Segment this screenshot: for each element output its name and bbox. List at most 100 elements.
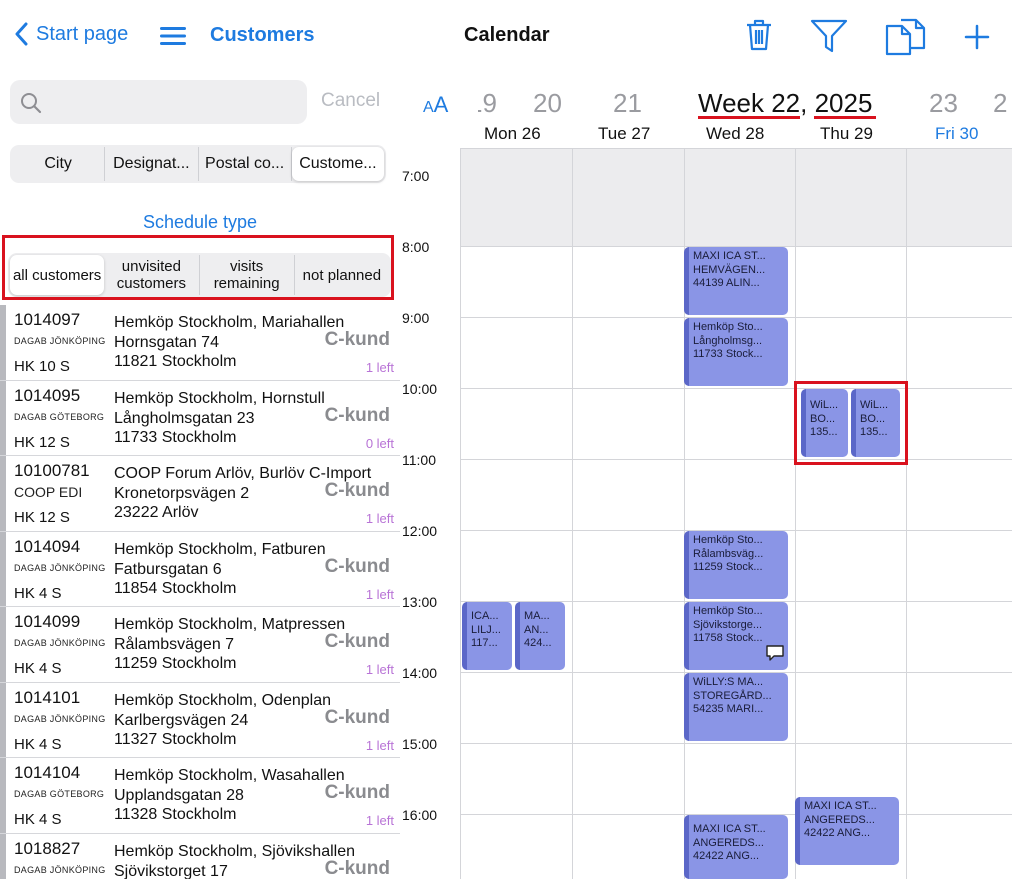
customer-id: 1014097 (14, 310, 81, 329)
copy-icon[interactable] (884, 18, 928, 56)
visits-left: 1 left (365, 586, 394, 602)
back-label: Start page (36, 22, 129, 45)
hour-label: 10:00 (402, 381, 438, 397)
hour-label: 14:00 (402, 665, 438, 681)
off-hours-area (460, 148, 1012, 246)
customer-class: C-kund (324, 706, 390, 728)
customer-hk: HK 4 S (14, 660, 62, 677)
week-24[interactable]: 2 (993, 88, 1007, 119)
customer-street: Karlbergsvägen 24 (114, 711, 249, 729)
cancel-button[interactable]: Cancel (321, 90, 380, 112)
week-23[interactable]: 23 (929, 88, 958, 119)
grid-line (460, 459, 1012, 460)
customer-hk: HK 4 S (14, 811, 62, 828)
customer-panel: Cancel City Designat... Postal co... Cus… (0, 72, 400, 879)
customer-street: Sjövikstorget 17 (114, 862, 228, 879)
customer-class: C-kund (324, 329, 390, 350)
calendar-title: Calendar (464, 24, 550, 46)
search-input[interactable] (10, 80, 307, 124)
visits-left: 1 left (365, 511, 394, 526)
customer-hk: HK 12 S (14, 433, 70, 451)
calendar-event[interactable]: MAXI ICA ST... HEMVÄGEN... 44139 ALIN... (684, 247, 788, 315)
sort-tab-postal-code[interactable]: Postal co... (199, 147, 292, 181)
grid-line (795, 148, 796, 879)
comment-icon (766, 645, 784, 661)
customer-city: 11328 Stockholm (114, 806, 237, 823)
hour-label: 9:00 (402, 310, 430, 326)
schedule-type-label: Schedule type (142, 212, 258, 232)
grid-line (906, 148, 907, 879)
customer-city: 11733 Stockholm (114, 428, 237, 446)
customer-list: 1014097 Hemköp Stockholm, Mariahallen DA… (0, 305, 400, 879)
list-item[interactable]: 1014101 Hemköp Stockholm, Odenplan DAGAB… (0, 682, 400, 758)
hour-label: 13:00 (402, 594, 438, 610)
customer-class: C-kund (324, 480, 390, 501)
customer-name: Hemköp Stockholm, Mariahallen (114, 314, 345, 331)
calendar-event[interactable]: Hemköp Sto... Sjövikstorge... 11758 Stock.… (684, 602, 788, 670)
add-icon[interactable] (964, 24, 990, 50)
list-item[interactable]: 1014094 Hemköp Stockholm, Fatburen DAGAB… (0, 531, 400, 607)
customer-class: C-kund (324, 857, 390, 879)
calendar-event[interactable]: ICA... LILJ... 117... (462, 602, 512, 670)
font-size-toggle[interactable]: AA (423, 92, 448, 118)
customer-hk: HK 12 S (14, 509, 70, 526)
grid-line (460, 148, 461, 879)
customer-distributor: DAGAB JÖNKÖPING (14, 713, 106, 724)
calendar-event[interactable]: MAXI ICA ST... ANGEREDS... 42422 ANG... (795, 797, 899, 865)
week-19[interactable]: 19 (478, 88, 497, 119)
underline-mark (814, 116, 876, 119)
chevron-left-icon (15, 22, 28, 46)
customer-id: 1014101 (14, 687, 81, 707)
hour-label: 15:00 (402, 736, 438, 752)
customer-street: Rålambsvägen 7 (114, 636, 235, 653)
list-item[interactable]: 1014097 Hemköp Stockholm, Mariahallen DA… (0, 305, 400, 381)
sort-tab-designation[interactable]: Designat... (105, 147, 199, 181)
list-item[interactable]: 1014099 Hemköp Stockholm, Matpressen DAG… (0, 607, 400, 683)
calendar-event[interactable]: MA... AN... 424... (515, 602, 565, 670)
customer-name: Hemköp Stockholm, Sjövikshallen (114, 842, 355, 860)
week-20[interactable]: 20 (533, 88, 562, 119)
grid-line (460, 148, 1012, 149)
list-item[interactable]: 1014095 Hemköp Stockholm, Hornstull DAGA… (0, 380, 400, 456)
customer-city: 23222 Arlöv (114, 504, 199, 521)
visits-left: 1 left (365, 813, 394, 828)
customer-id: 10100781 (14, 461, 90, 480)
day-header-tue: Tue 27 (598, 124, 651, 143)
customer-hk: HK 4 S (14, 584, 62, 602)
sort-tab-city[interactable]: City (12, 147, 106, 181)
hour-label: 12:00 (402, 523, 438, 539)
customer-distributor: DAGAB JÖNKÖPING (14, 336, 106, 346)
customer-name: Hemköp Stockholm, Wasahallen (114, 767, 345, 784)
customers-link[interactable]: Customers (210, 24, 314, 47)
current-week-label[interactable]: Week 22, 2025 (698, 88, 872, 119)
customer-name: Hemköp Stockholm, Hornstull (114, 389, 325, 407)
grid-line (572, 148, 573, 879)
customer-distributor: DAGAB GÖTEBORG (14, 789, 105, 799)
filter-icon[interactable] (810, 18, 848, 54)
calendar-event[interactable]: Hemköp Sto... Långholmsg... 11733 Stock... (684, 318, 788, 386)
day-header-wed: Wed 28 (706, 124, 765, 143)
sort-tab-customer[interactable]: Custome... (291, 147, 384, 181)
calendar-event[interactable]: MAXI ICA ST... ANGEREDS... 42422 ANG... (684, 815, 788, 879)
customer-street: Hornsgatan 74 (114, 334, 219, 351)
hour-label: 16:00 (402, 807, 438, 823)
customer-city: 11327 Stockholm (114, 730, 237, 748)
underline-mark (698, 116, 800, 119)
customer-name: Hemköp Stockholm, Fatburen (114, 540, 326, 558)
day-header-thu: Thu 29 (820, 124, 873, 143)
customer-hk: HK 10 S (14, 358, 70, 375)
customer-street: Kronetorpsvägen 2 (114, 485, 250, 502)
calendar-event[interactable]: WiLLY:S MA... STOREGÅRD... 54235 MARI... (684, 673, 788, 741)
search-icon (21, 93, 42, 114)
calendar-event[interactable]: Hemköp Sto... Rålambsväg... 11259 Stock... (684, 531, 788, 599)
week-21[interactable]: 21 (613, 88, 642, 119)
trash-icon[interactable] (744, 18, 774, 52)
menu-icon[interactable] (160, 26, 186, 46)
back-button[interactable]: Start page (14, 22, 128, 46)
list-item[interactable]: 1018827 Hemköp Stockholm, Sjövikshallen … (0, 833, 400, 879)
list-item[interactable]: 10100781 COOP Forum Arlöv, Burlöv C-Impo… (0, 456, 400, 532)
customer-id: 1014104 (14, 763, 81, 782)
customer-name: Hemköp Stockholm, Matpressen (114, 616, 346, 633)
list-item[interactable]: 1014104 Hemköp Stockholm, Wasahallen DAG… (0, 758, 400, 834)
customer-class: C-kund (324, 782, 390, 803)
